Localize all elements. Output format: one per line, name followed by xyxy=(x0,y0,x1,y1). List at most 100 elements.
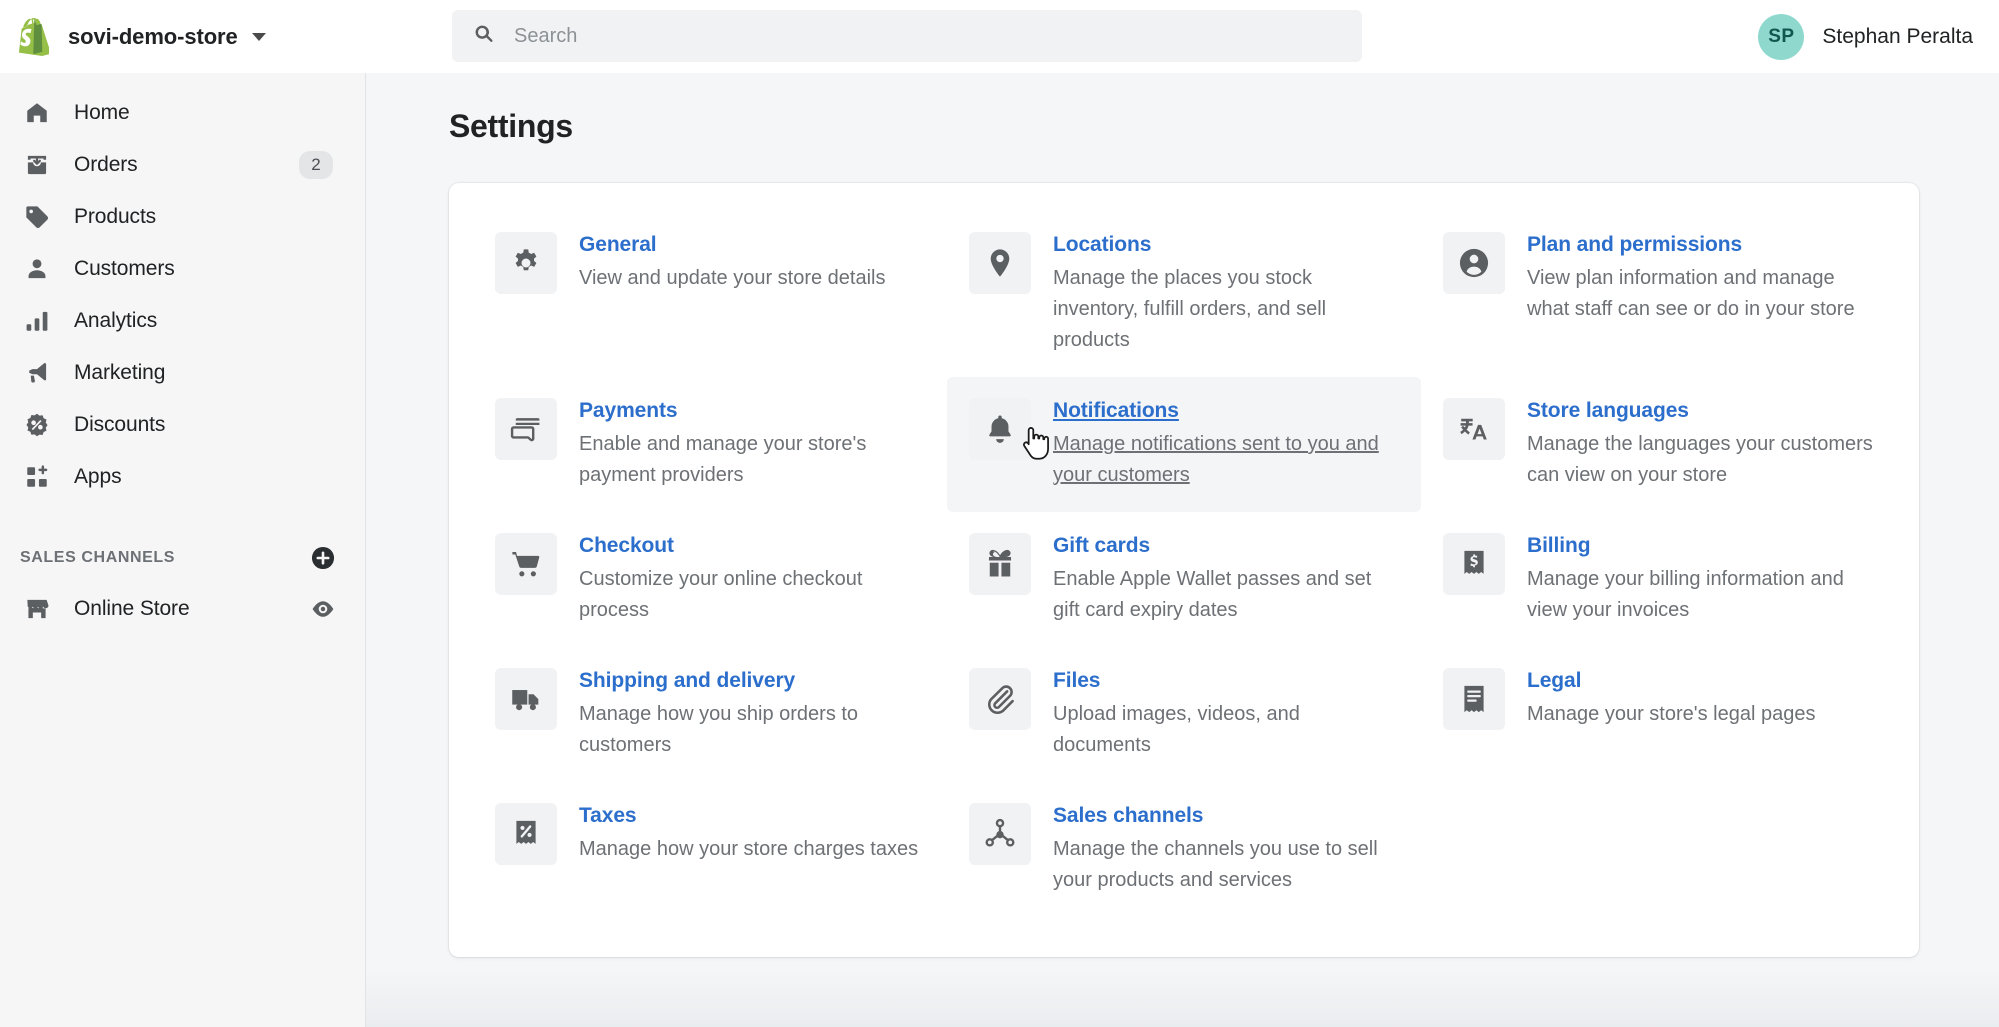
sales-channels-title: SALES CHANNELS xyxy=(20,549,309,567)
setting-body: Sales channels Manage the channels you u… xyxy=(1053,803,1399,896)
sidebar: Home Orders 2 Products Customers xyxy=(0,73,366,1027)
sidebar-item-discounts[interactable]: Discounts xyxy=(0,399,365,451)
setting-body: Gift cards Enable Apple Wallet passes an… xyxy=(1053,533,1399,626)
sidebar-item-products[interactable]: Products xyxy=(0,191,365,243)
setting-title[interactable]: Gift cards xyxy=(1053,534,1150,558)
user-name: Stephan Peralta xyxy=(1822,25,1973,49)
setting-title[interactable]: Legal xyxy=(1527,669,1581,693)
sidebar-item-label: Analytics xyxy=(74,309,157,333)
setting-title[interactable]: Billing xyxy=(1527,534,1590,558)
sidebar-item-label: Apps xyxy=(74,465,121,489)
user-menu[interactable]: SP Stephan Peralta xyxy=(1758,14,1973,60)
setting-body: Shipping and delivery Manage how you shi… xyxy=(579,668,925,761)
setting-item-gift-cards[interactable]: Gift cards Enable Apple Wallet passes an… xyxy=(947,512,1421,647)
orders-badge: 2 xyxy=(299,151,333,179)
setting-title[interactable]: Checkout xyxy=(579,534,674,558)
search-input[interactable] xyxy=(514,25,1334,48)
setting-item-checkout[interactable]: Checkout Customize your online checkout … xyxy=(473,512,947,647)
sidebar-item-label: Discounts xyxy=(74,413,165,437)
setting-item-store-languages[interactable]: Store languages Manage the languages you… xyxy=(1421,377,1895,512)
setting-item-general[interactable]: General View and update your store detai… xyxy=(473,211,947,377)
payment-card-icon xyxy=(495,398,557,460)
setting-body: Plan and permissions View plan informati… xyxy=(1527,232,1873,325)
setting-description: Enable Apple Wallet passes and set gift … xyxy=(1053,564,1399,626)
customers-person-icon xyxy=(20,253,54,285)
legal-document-icon xyxy=(1443,668,1505,730)
gear-icon xyxy=(495,232,557,294)
setting-body: Legal Manage your store's legal pages xyxy=(1527,668,1815,730)
orders-icon xyxy=(20,149,54,181)
setting-description: Manage your store's legal pages xyxy=(1527,699,1815,730)
products-tag-icon xyxy=(20,201,54,233)
setting-item-locations[interactable]: Locations Manage the places you stock in… xyxy=(947,211,1421,377)
setting-body: Checkout Customize your online checkout … xyxy=(579,533,925,626)
setting-body: Notifications Manage notifications sent … xyxy=(1053,398,1399,491)
sidebar-item-label: Home xyxy=(74,101,130,125)
setting-item-shipping-and-delivery[interactable]: Shipping and delivery Manage how you shi… xyxy=(473,647,947,782)
setting-item-files[interactable]: Files Upload images, videos, and documen… xyxy=(947,647,1421,782)
translate-icon xyxy=(1443,398,1505,460)
store-name: sovi-demo-store xyxy=(68,24,238,50)
setting-item-plan-and-permissions[interactable]: Plan and permissions View plan informati… xyxy=(1421,211,1895,377)
setting-body: General View and update your store detai… xyxy=(579,232,886,294)
sidebar-item-label: Customers xyxy=(74,257,175,281)
setting-body: Locations Manage the places you stock in… xyxy=(1053,232,1399,356)
setting-item-billing[interactable]: Billing Manage your billing information … xyxy=(1421,512,1895,647)
setting-title[interactable]: Files xyxy=(1053,669,1100,693)
eye-icon[interactable] xyxy=(309,595,337,623)
setting-item-sales-channels[interactable]: Sales channels Manage the channels you u… xyxy=(947,782,1421,917)
store-switcher[interactable]: sovi-demo-store xyxy=(68,24,266,50)
setting-description: Manage your billing information and view… xyxy=(1527,564,1873,626)
page-title: Settings xyxy=(449,108,1999,145)
setting-body: Payments Enable and manage your store's … xyxy=(579,398,925,491)
setting-body: Files Upload images, videos, and documen… xyxy=(1053,668,1399,761)
setting-description: Manage the languages your customers can … xyxy=(1527,429,1873,491)
sales-channels-section-header: SALES CHANNELS xyxy=(0,533,365,583)
setting-title[interactable]: Taxes xyxy=(579,804,637,828)
setting-description: Manage how you ship orders to customers xyxy=(579,699,925,761)
sidebar-item-label: Marketing xyxy=(74,361,165,385)
setting-title[interactable]: Notifications xyxy=(1053,399,1179,423)
setting-title[interactable]: Sales channels xyxy=(1053,804,1203,828)
setting-item-payments[interactable]: Payments Enable and manage your store's … xyxy=(473,377,947,512)
marketing-megaphone-icon xyxy=(20,357,54,389)
setting-description: Enable and manage your store's payment p… xyxy=(579,429,925,491)
main-content: Settings General View and update your st… xyxy=(366,73,1999,1027)
setting-title[interactable]: Store languages xyxy=(1527,399,1689,423)
setting-item-taxes[interactable]: Taxes Manage how your store charges taxe… xyxy=(473,782,947,917)
bell-icon xyxy=(969,398,1031,460)
search-bar[interactable] xyxy=(452,10,1362,62)
home-icon xyxy=(20,97,54,129)
setting-description: Customize your online checkout process xyxy=(579,564,925,626)
setting-title[interactable]: Payments xyxy=(579,399,677,423)
paperclip-icon xyxy=(969,668,1031,730)
setting-title[interactable]: Locations xyxy=(1053,233,1151,257)
sidebar-item-customers[interactable]: Customers xyxy=(0,243,365,295)
setting-title[interactable]: Shipping and delivery xyxy=(579,669,795,693)
setting-description: Manage the places you stock inventory, f… xyxy=(1053,263,1399,356)
apps-grid-plus-icon xyxy=(20,461,54,493)
setting-description: Manage notifications sent to you and you… xyxy=(1053,429,1399,491)
sidebar-item-online-store[interactable]: Online Store xyxy=(0,583,365,635)
settings-card: General View and update your store detai… xyxy=(449,183,1919,957)
setting-item-notifications[interactable]: Notifications Manage notifications sent … xyxy=(947,377,1421,512)
delivery-truck-icon xyxy=(495,668,557,730)
setting-item-legal[interactable]: Legal Manage your store's legal pages xyxy=(1421,647,1895,782)
setting-title[interactable]: General xyxy=(579,233,657,257)
sidebar-item-analytics[interactable]: Analytics xyxy=(0,295,365,347)
setting-body: Taxes Manage how your store charges taxe… xyxy=(579,803,918,865)
sidebar-item-apps[interactable]: Apps xyxy=(0,451,365,503)
sidebar-item-marketing[interactable]: Marketing xyxy=(0,347,365,399)
sidebar-item-label: Products xyxy=(74,205,156,229)
channels-node-icon xyxy=(969,803,1031,865)
setting-title[interactable]: Plan and permissions xyxy=(1527,233,1742,257)
shopify-bag-logo[interactable] xyxy=(16,17,50,57)
plus-circle-icon[interactable] xyxy=(309,544,337,572)
sidebar-item-home[interactable]: Home xyxy=(0,87,365,139)
setting-description: View and update your store details xyxy=(579,263,886,294)
sidebar-item-orders[interactable]: Orders 2 xyxy=(0,139,365,191)
setting-description: Manage the channels you use to sell your… xyxy=(1053,834,1399,896)
profile-circle-icon xyxy=(1443,232,1505,294)
sidebar-item-label: Online Store xyxy=(74,597,190,621)
settings-grid: General View and update your store detai… xyxy=(473,211,1895,917)
